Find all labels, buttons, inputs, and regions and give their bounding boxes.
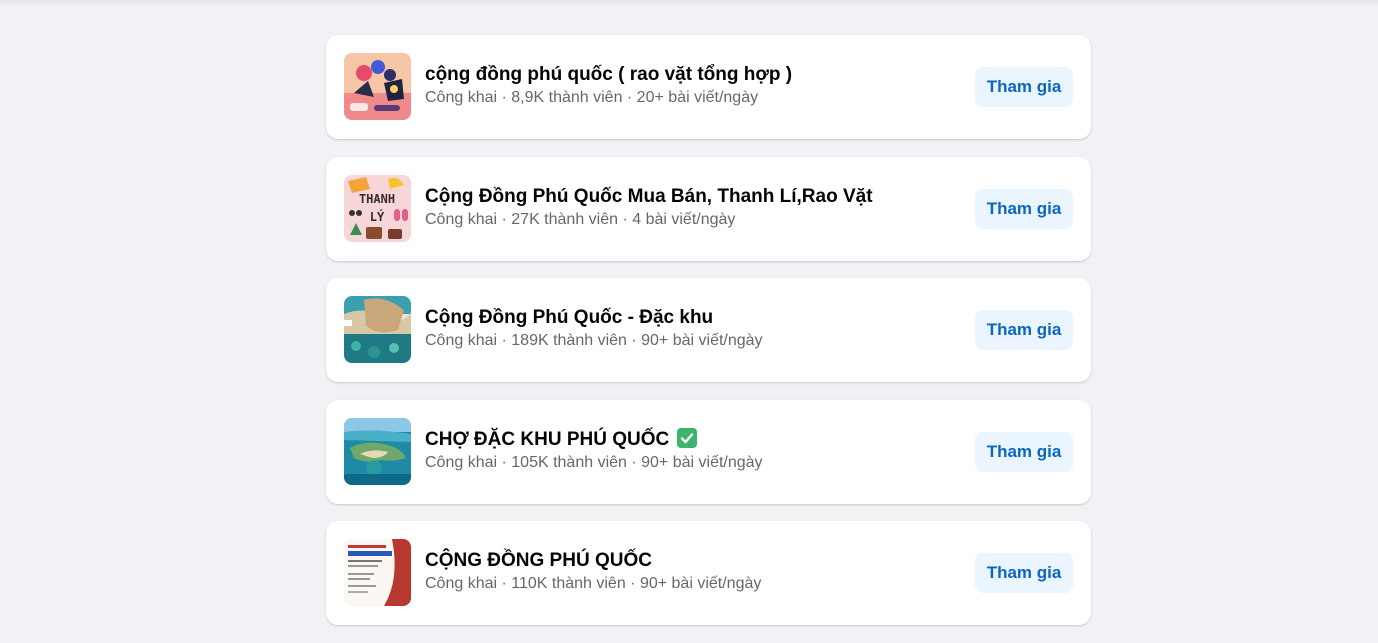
thumbnail-text-thanh: THANH	[359, 192, 395, 206]
group-cover-island-aerial-icon[interactable]	[344, 417, 411, 485]
group-list: cộng đồng phú quốc ( rao vặt tổng hợp ) …	[326, 35, 1091, 643]
join-button[interactable]: Tham gia	[975, 67, 1073, 107]
top-shadow	[0, 0, 1378, 6]
group-name-row: CHỢ ĐẶC KHU PHÚ QUỐC	[425, 427, 891, 452]
group-meta: Công khai · 110K thành viên · 90+ bài vi…	[425, 575, 762, 592]
group-info: CỘNG ĐỒNG PHÚ QUỐC Công khai · 110K thàn…	[425, 549, 891, 594]
thumbnail-text-ly: LÝ	[370, 209, 385, 224]
group-card[interactable]: THANH LÝ Cộng Đồng Phú Quốc Mua Bán, Tha…	[326, 156, 1091, 261]
group-info: CHỢ ĐẶC KHU PHÚ QUỐC Công khai · 105K th…	[425, 427, 891, 473]
group-cover-poster-icon[interactable]	[344, 539, 411, 606]
group-name[interactable]: Cộng Đồng Phú Quốc Mua Bán, Thanh Lí,Rao…	[425, 185, 891, 209]
group-cover-beach-icon[interactable]	[344, 296, 411, 363]
group-info: cộng đồng phú quốc ( rao vặt tổng hợp ) …	[425, 63, 891, 108]
group-name[interactable]: CHỢ ĐẶC KHU PHÚ QUỐC	[425, 429, 669, 450]
group-meta: Công khai · 27K thành viên · 4 bài viết/…	[425, 210, 736, 228]
group-info: Cộng Đồng Phú Quốc - Đặc khu Công khai ·…	[425, 306, 891, 351]
group-name[interactable]: cộng đồng phú quốc ( rao vặt tổng hợp )	[425, 63, 891, 87]
group-meta: Công khai · 8,9K thành viên · 20+ bài vi…	[425, 89, 759, 106]
group-card[interactable]: CỘNG ĐỒNG PHÚ QUỐC Công khai · 110K thàn…	[326, 521, 1091, 625]
group-meta: Công khai · 105K thành viên · 90+ bài vi…	[425, 453, 763, 471]
group-cover-thanh-ly-icon[interactable]: THANH LÝ	[344, 174, 411, 242]
group-name[interactable]: Cộng Đồng Phú Quốc - Đặc khu	[425, 306, 891, 330]
group-card[interactable]: cộng đồng phú quốc ( rao vặt tổng hợp ) …	[326, 35, 1091, 139]
group-meta: Công khai · 189K thành viên · 90+ bài vi…	[425, 332, 763, 349]
group-cover-illustration-icon[interactable]	[344, 53, 411, 120]
join-button[interactable]: Tham gia	[975, 431, 1073, 472]
join-button[interactable]: Tham gia	[975, 553, 1073, 593]
group-info: Cộng Đồng Phú Quốc Mua Bán, Thanh Lí,Rao…	[425, 185, 891, 230]
check-mark-icon	[677, 427, 698, 448]
group-card[interactable]: Cộng Đồng Phú Quốc - Đặc khu Công khai ·…	[326, 278, 1091, 382]
group-card[interactable]: CHỢ ĐẶC KHU PHÚ QUỐC Công khai · 105K th…	[326, 399, 1091, 504]
group-name[interactable]: CỘNG ĐỒNG PHÚ QUỐC	[425, 549, 891, 573]
join-button[interactable]: Tham gia	[975, 310, 1073, 350]
join-button[interactable]: Tham gia	[975, 188, 1073, 229]
